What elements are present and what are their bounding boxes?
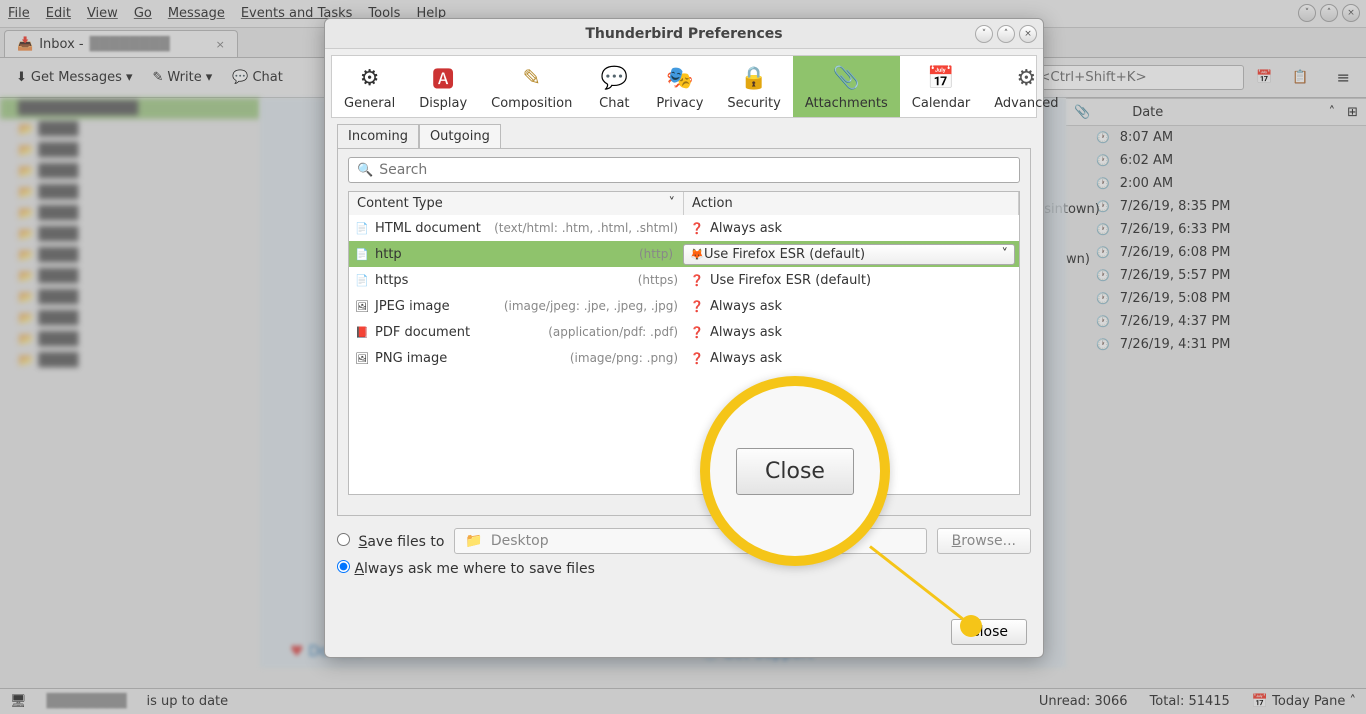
- security-icon: [736, 62, 772, 94]
- privacy-icon: [662, 62, 698, 94]
- callout-close-button: Close: [736, 448, 854, 495]
- calendar-icon: [923, 62, 959, 94]
- dialog-titlebar: Thunderbird Preferences ˅ ˄ ×: [325, 19, 1043, 49]
- pref-cat-general[interactable]: General: [332, 56, 407, 117]
- chevron-down-icon: ˅: [669, 196, 676, 211]
- attachment-search[interactable]: 🔍: [348, 157, 1020, 183]
- folder-icon: 📁: [465, 533, 482, 549]
- content-type-row[interactable]: 📄http(http)🦊Use Firefox ESR (default)˅: [349, 241, 1019, 267]
- dialog-maximize-icon[interactable]: ˄: [997, 25, 1015, 43]
- tutorial-callout: Close: [700, 376, 890, 566]
- file-type-icon: 📕: [355, 325, 369, 339]
- attachment-types-table: 📄HTML document(text/html: .htm, .html, .…: [348, 215, 1020, 495]
- composition-icon: [514, 62, 550, 94]
- content-type-row[interactable]: 📄HTML document(text/html: .htm, .html, .…: [349, 215, 1019, 241]
- action-header[interactable]: Action: [684, 192, 1019, 215]
- file-type-icon: 🖼: [355, 299, 369, 313]
- preference-categories: GeneralDisplayCompositionChatPrivacySecu…: [331, 55, 1037, 118]
- browse-button[interactable]: Browse...: [937, 528, 1031, 554]
- pref-cat-attachments[interactable]: Attachments: [793, 56, 900, 117]
- preferences-dialog: Thunderbird Preferences ˅ ˄ × GeneralDis…: [324, 18, 1044, 658]
- file-type-icon: 📄: [355, 221, 369, 235]
- pref-cat-chat[interactable]: Chat: [584, 56, 644, 117]
- content-type-row[interactable]: 🖼JPEG image(image/jpeg: .jpe, .jpeg, .jp…: [349, 293, 1019, 319]
- callout-dot: [960, 615, 982, 637]
- pref-cat-security[interactable]: Security: [715, 56, 792, 117]
- search-icon: 🔍: [357, 163, 373, 178]
- pref-cat-privacy[interactable]: Privacy: [644, 56, 715, 117]
- file-type-icon: 🖼: [355, 351, 369, 365]
- save-files-radio[interactable]: SSave files toave files to: [337, 533, 444, 550]
- content-type-row[interactable]: 📕PDF document(application/pdf: .pdf)❓Alw…: [349, 319, 1019, 345]
- subtab-outgoing[interactable]: Outgoing: [419, 124, 501, 148]
- subtab-incoming[interactable]: Incoming: [337, 124, 419, 148]
- content-type-row[interactable]: 📄https(https)❓Use Firefox ESR (default): [349, 267, 1019, 293]
- attachments-icon: [828, 62, 864, 94]
- advanced-icon: [1008, 62, 1044, 94]
- chevron-down-icon: ˅: [1002, 247, 1009, 262]
- attachment-search-input[interactable]: [379, 162, 1011, 178]
- pref-cat-composition[interactable]: Composition: [479, 56, 584, 117]
- always-ask-radio[interactable]: Always ask me where to save files: [337, 560, 595, 577]
- content-type-header[interactable]: Content Type˅: [349, 192, 684, 215]
- action-dropdown[interactable]: 🦊Use Firefox ESR (default)˅: [683, 244, 1015, 265]
- display-icon: [425, 62, 461, 94]
- pref-cat-calendar[interactable]: Calendar: [900, 56, 982, 117]
- file-type-icon: 📄: [355, 247, 369, 261]
- dialog-title: Thunderbird Preferences: [585, 26, 782, 42]
- general-icon: [352, 62, 388, 94]
- chat-icon: [596, 62, 632, 94]
- pref-cat-advanced[interactable]: Advanced: [982, 56, 1070, 117]
- content-type-row[interactable]: 🖼PNG image(image/png: .png)❓Always ask: [349, 345, 1019, 371]
- dialog-close-icon[interactable]: ×: [1019, 25, 1037, 43]
- file-type-icon: 📄: [355, 273, 369, 287]
- pref-cat-display[interactable]: Display: [407, 56, 479, 117]
- dialog-minimize-icon[interactable]: ˅: [975, 25, 993, 43]
